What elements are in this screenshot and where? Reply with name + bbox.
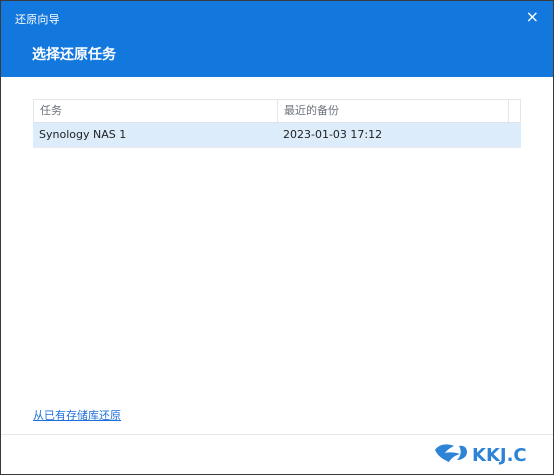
task-name-cell: Synology NAS 1 [39,128,127,141]
column-header-task[interactable]: 任务 [34,100,278,122]
table-row[interactable]: Synology NAS 1 2023-01-03 17:12 [33,123,521,148]
window-title: 还原向导 [15,13,60,26]
restore-wizard-window: 还原向导 × 选择还原任务 任务 最近的备份 Synology NAS 1 20… [0,0,554,475]
task-table: 任务 最近的备份 Synology NAS 1 2023-01-03 17:12 [33,99,521,148]
column-header-spacer [509,100,520,122]
table-header: 任务 最近的备份 [33,99,521,123]
last-backup-cell: 2023-01-03 17:12 [283,128,383,141]
wizard-header: 还原向导 × 选择还原任务 [1,1,553,77]
svg-text:KKJ.C: KKJ.C [472,445,527,466]
step-title: 选择还原任务 [32,47,116,63]
close-button[interactable]: × [526,7,539,27]
restore-from-repository-link[interactable]: 从已有存储库还原 [33,407,121,423]
footer-divider [1,434,553,435]
watermark-logo-icon: KKJ.C [435,444,527,466]
column-header-last-backup[interactable]: 最近的备份 [278,100,509,122]
